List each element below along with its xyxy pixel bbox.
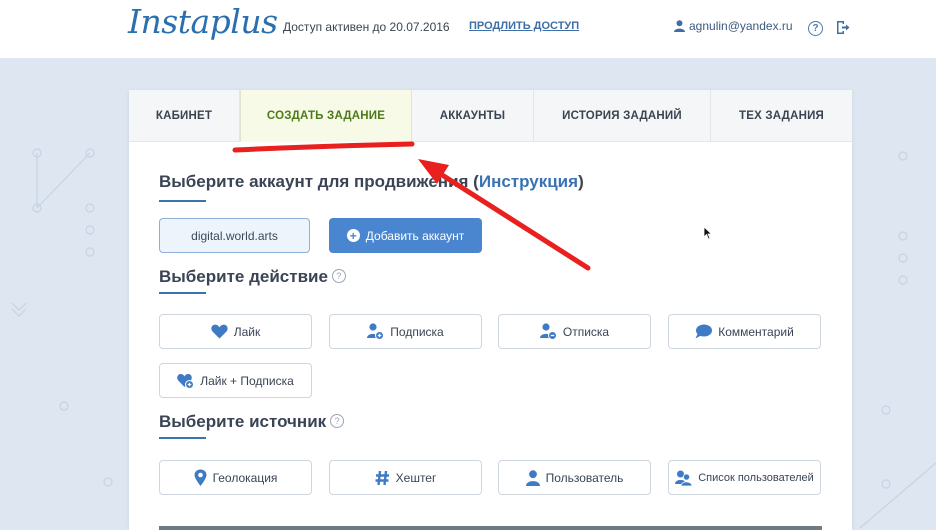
tab-accounts[interactable]: АККАУНТЫ: [412, 90, 534, 142]
source-geolocation-label: Геолокация: [212, 470, 278, 485]
logout-icon[interactable]: [836, 20, 850, 35]
action-like-follow-label: Лайк + Подписка: [200, 373, 294, 388]
tab-task-history[interactable]: ИСТОРИЯ ЗАДАНИЙ: [534, 90, 711, 142]
action-section-title: Выберите действие?: [159, 267, 346, 287]
source-help-icon[interactable]: ?: [330, 414, 345, 428]
source-geolocation-button[interactable]: Геолокация: [159, 460, 312, 495]
user-icon: [525, 469, 540, 486]
source-user-label: Пользователь: [545, 470, 624, 485]
action-title-underline: [159, 292, 206, 294]
action-follow-label: Подписка: [390, 324, 444, 339]
add-account-label: Добавить аккаунт: [365, 228, 465, 243]
users-icon: [675, 470, 693, 486]
account-section-title: Выберите аккаунт для продвижения (Инстру…: [159, 172, 584, 192]
user-account-link[interactable]: agnulin@yandex.ru: [674, 19, 793, 33]
source-section-title: Выберите источник?: [159, 412, 345, 432]
action-unfollow-button[interactable]: Отписка: [498, 314, 651, 349]
user-email: agnulin@yandex.ru: [689, 19, 793, 33]
source-user-button[interactable]: Пользователь: [498, 460, 651, 495]
source-user-list-label: Список пользователей: [698, 471, 814, 484]
hashtag-icon: [375, 470, 389, 485]
location-pin-icon: [194, 469, 207, 486]
action-help-icon[interactable]: ?: [331, 269, 346, 283]
tab-create-task[interactable]: СОЗДАТЬ ЗАДАНИЕ: [240, 90, 412, 142]
account-title-prefix: Выберите аккаунт для продвижения (: [159, 172, 479, 191]
add-account-button[interactable]: + Добавить аккаунт: [329, 218, 482, 253]
user-plus-icon: [367, 323, 385, 340]
tab-cabinet[interactable]: КАБИНЕТ: [129, 90, 240, 142]
heart-plus-icon: [177, 373, 195, 389]
instaplus-logo[interactable]: Instaplus: [128, 2, 278, 41]
create-task-panel: КАБИНЕТ СОЗДАТЬ ЗАДАНИЕ АККАУНТЫ ИСТОРИЯ…: [129, 90, 852, 530]
account-title-underline: [159, 200, 206, 202]
source-hashtag-label: Хештег: [395, 470, 437, 485]
extend-access-link[interactable]: ПРОДЛИТЬ ДОСТУП: [469, 20, 579, 32]
next-section-divider: [159, 526, 822, 530]
source-title-text: Выберите источник: [159, 412, 327, 431]
action-comment-label: Комментарий: [718, 324, 794, 339]
action-comment-button[interactable]: Комментарий: [668, 314, 821, 349]
plus-circle-icon: +: [346, 229, 360, 242]
action-like-button[interactable]: Лайк: [159, 314, 312, 349]
source-user-list-button[interactable]: Список пользователей: [668, 460, 821, 495]
account-title-suffix: ): [578, 172, 584, 191]
tab-tech-tasks[interactable]: ТЕХ ЗАДАНИЯ: [711, 90, 852, 142]
action-like-label: Лайк: [233, 324, 261, 339]
action-follow-button[interactable]: Подписка: [329, 314, 482, 349]
selected-account-button[interactable]: digital.world.arts: [159, 218, 310, 253]
action-like-follow-button[interactable]: Лайк + Подписка: [159, 363, 312, 398]
comment-icon: [695, 324, 713, 339]
heart-icon: [211, 324, 228, 339]
top-header: Instaplus Доступ активен до 20.07.2016 П…: [0, 0, 936, 58]
instruction-link[interactable]: Инструкция: [479, 172, 578, 191]
main-tabs: КАБИНЕТ СОЗДАТЬ ЗАДАНИЕ АККАУНТЫ ИСТОРИЯ…: [129, 90, 852, 142]
source-hashtag-button[interactable]: Хештег: [329, 460, 482, 495]
source-title-underline: [159, 437, 206, 439]
user-minus-icon: [539, 323, 557, 340]
user-icon: [674, 20, 685, 32]
help-icon[interactable]: ?: [808, 21, 823, 36]
action-unfollow-label: Отписка: [562, 324, 610, 339]
action-title-text: Выберите действие: [159, 267, 328, 286]
access-status-text: Доступ активен до 20.07.2016: [283, 20, 450, 34]
mouse-cursor-icon: [703, 226, 713, 240]
